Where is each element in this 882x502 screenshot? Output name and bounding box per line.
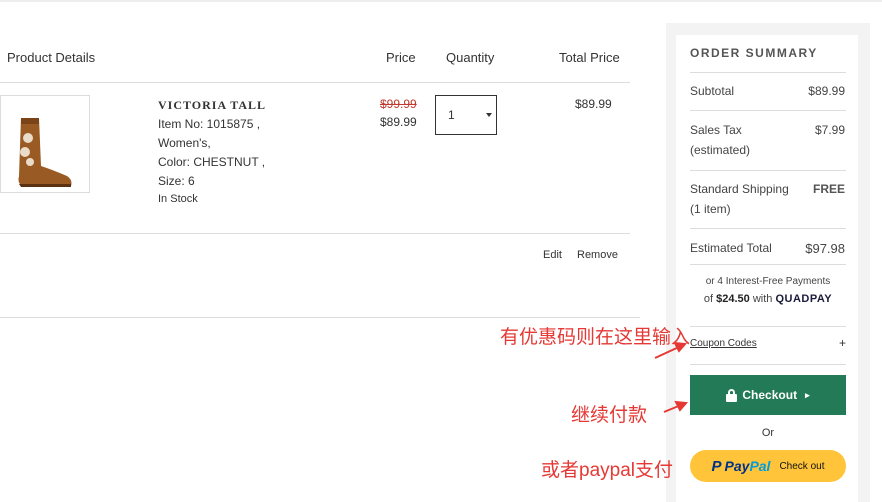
annotation-arrow-icon bbox=[673, 341, 688, 353]
annotation-arrow-icon bbox=[674, 400, 689, 412]
annotation-arrows bbox=[654, 341, 689, 413]
